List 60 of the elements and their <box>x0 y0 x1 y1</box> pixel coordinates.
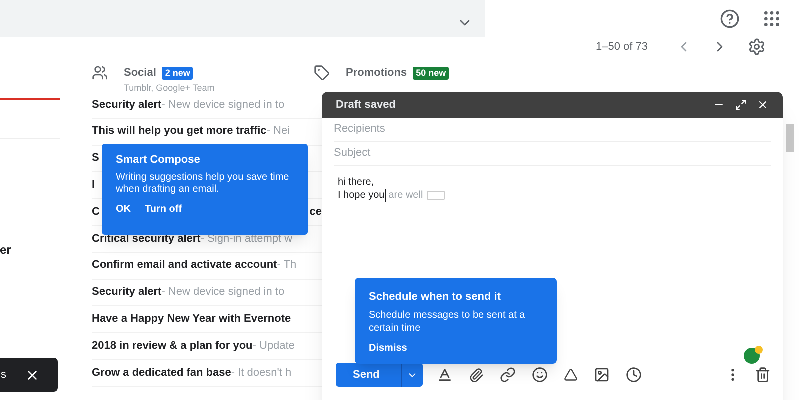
tooltip-text: Schedule messages to be sent at a certain time <box>369 308 526 334</box>
email-subject: I <box>92 178 96 194</box>
email-snippet: - New device signed in to <box>162 98 285 113</box>
email-snippet: - New device signed in to <box>162 285 285 300</box>
settings-icon[interactable] <box>748 38 766 56</box>
emoji-icon[interactable] <box>532 367 548 383</box>
email-snippet: - Update <box>252 338 295 354</box>
tab-key-icon <box>427 191 446 200</box>
tooltip-action[interactable]: OK <box>116 202 131 216</box>
tooltip-text: Writing suggestions help you save time when drafting an email. <box>116 172 290 196</box>
recipients-field[interactable]: Recipients <box>334 121 771 138</box>
tab-senders: Tumblr, Google+ Team <box>124 82 215 95</box>
suggestion-text: are well <box>388 189 424 202</box>
people-icon <box>92 65 108 81</box>
email-row[interactable]: Security alert- New device signed in to <box>92 92 322 119</box>
email-snippet: - Sign-in attempt w <box>200 232 293 247</box>
tooltip-action[interactable]: Turn off <box>145 202 182 216</box>
trash-icon[interactable] <box>755 367 771 383</box>
email-snippet: - Nei <box>266 124 290 140</box>
email-subject: Grow a dedicated fan base <box>92 366 232 381</box>
email-subject: Security alert <box>92 285 162 300</box>
new-count-badge: 2 new <box>162 66 194 80</box>
expand-icon[interactable] <box>735 99 747 111</box>
attach-icon[interactable] <box>469 368 484 382</box>
sidebar-label[interactable]: er <box>0 241 12 259</box>
help-icon[interactable] <box>720 9 740 29</box>
tooltip-title: Smart Compose <box>116 153 202 168</box>
email-subject: This will help you get more traffic <box>92 124 267 140</box>
scrollbar[interactable] <box>786 124 794 152</box>
tab-label: Promotions <box>346 66 408 81</box>
text-format-icon[interactable] <box>437 367 453 383</box>
image-icon[interactable] <box>594 367 610 383</box>
apps-icon[interactable] <box>762 9 782 29</box>
email-subject: Security alert <box>92 98 162 113</box>
avatar-icon <box>742 345 764 365</box>
email-snippet: - Th <box>277 258 297 274</box>
new-count-badge: 50 new <box>413 66 450 80</box>
email-snippet: ce <box>310 204 322 220</box>
tab-label: Social <box>124 66 156 81</box>
email-subject: Critical security alert <box>92 232 201 247</box>
link-icon[interactable] <box>500 367 516 383</box>
tag-icon <box>314 65 330 81</box>
email-subject: Have a Happy New Year with Evernote <box>92 312 292 328</box>
email-snippet: - It doesn't h <box>231 366 292 381</box>
tooltip-title: Schedule when to send it <box>369 290 502 305</box>
email-subject: 2018 in review & a plan for you <box>92 338 253 354</box>
dismiss-link[interactable]: Dismiss <box>369 340 408 356</box>
compose-title: Draft saved <box>336 98 396 113</box>
email-subject: C <box>92 204 100 220</box>
subject-field[interactable]: Subject <box>334 145 771 162</box>
email-subject: Confirm email and activate account <box>92 258 278 274</box>
clock-icon[interactable] <box>626 367 642 383</box>
triangle-icon[interactable] <box>564 368 578 382</box>
send-button[interactable]: Send <box>336 363 423 387</box>
page-range: 1–50 of 73 <box>596 40 648 55</box>
close-icon[interactable] <box>757 99 769 111</box>
body-text: hi there, <box>338 176 376 189</box>
snackbar-text: s <box>1 368 6 383</box>
email-subject: S <box>92 151 100 166</box>
body-text: I hope you <box>338 189 386 202</box>
